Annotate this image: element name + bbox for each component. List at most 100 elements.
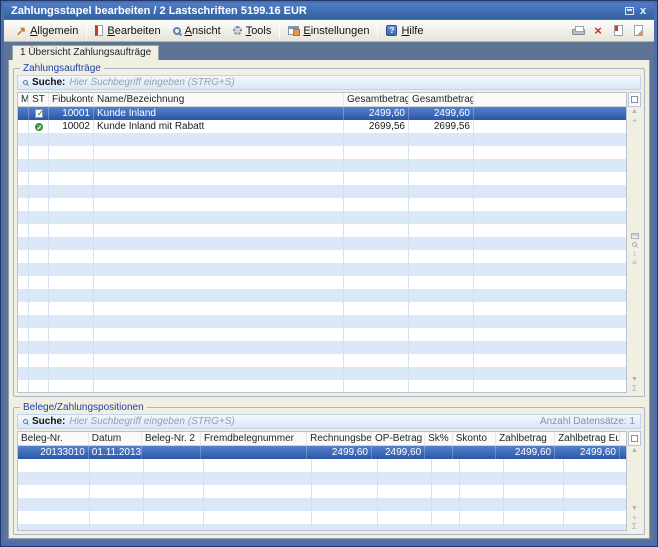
copy-icon (631, 96, 638, 103)
cell-datum: 01.11.2013 /Fr (89, 446, 142, 459)
nav-up-icon[interactable]: ▲ (631, 446, 638, 455)
close-icon: x (640, 6, 646, 16)
copy-grid-button[interactable] (628, 92, 641, 107)
restore-button[interactable] (622, 5, 636, 18)
group-title: Belege/Zahlungspositionen (20, 402, 147, 413)
cell-beleg-nr-2 (142, 446, 201, 459)
cell-fremdbelegnummer (201, 446, 307, 459)
column-header-gesamtbetrag[interactable]: Gesamtbetrag (344, 93, 409, 106)
arrow-up-right-icon (16, 26, 26, 36)
cell-fibukonto: 10002 (49, 120, 94, 133)
cell-sk (425, 446, 453, 459)
table-row[interactable]: 10001 Kunde Inland 2499,60 2499,60 (18, 107, 626, 120)
column-separator (459, 459, 460, 530)
column-separator (563, 459, 564, 530)
column-separator (143, 459, 144, 530)
column-header-rechnungsbetrag[interactable]: Rechnungsbetrag (307, 432, 372, 445)
menu-item-ansicht[interactable]: Ansicht (167, 23, 227, 39)
group-zahlungsauftraege: Zahlungsaufträge Suche: M ST Fibukonto N… (13, 68, 645, 397)
column-separator (93, 133, 94, 392)
menu-item-einstellungen[interactable]: Einstellungen (282, 23, 375, 39)
tab-uebersicht-zahlungsauftraege[interactable]: 1 Übersicht Zahlungsaufträge (12, 45, 159, 60)
orders-table-header: M ST Fibukonto Name/Bezeichnung Gesamtbe… (18, 93, 626, 107)
table-row[interactable]: 10002 Kunde Inland mit Rabatt 2699,56 26… (18, 120, 626, 133)
column-header-beleg-nr-2[interactable]: Beleg-Nr. 2 (142, 432, 201, 445)
column-header-beleg-nr[interactable]: Beleg-Nr. (18, 432, 89, 445)
add-icon[interactable]: + (632, 116, 637, 125)
column-separator (408, 133, 409, 392)
grid-view-icon[interactable] (631, 233, 639, 239)
document-new-button[interactable] (628, 22, 648, 40)
cell-gesamtbetrag: 2699,56 (344, 120, 409, 133)
notebook-icon (95, 25, 103, 36)
search-column-icon[interactable] (632, 242, 637, 247)
orders-side-toolbar: ▲ + ↕ ≡ ▼ Σ (628, 92, 641, 393)
settings-icon (288, 26, 299, 35)
cell-op-betrag: 2499,60 (372, 446, 425, 459)
column-header-op-betrag[interactable]: OP-Betrag (372, 432, 425, 445)
menu-item-bearbeiten[interactable]: Bearbeiten (89, 23, 166, 39)
column-header-zahlbetrag-euro[interactable]: Zahlbetrag Euro (555, 432, 620, 445)
record-count: Anzahl Datensätze: 1 (540, 416, 635, 427)
column-header-fremdbelegnummer[interactable]: Fremdbelegnummer (201, 432, 307, 445)
menu-item-tools[interactable]: Tools (227, 23, 278, 39)
delete-button[interactable] (588, 22, 608, 40)
column-header-datum[interactable]: Datum (89, 432, 142, 445)
positions-search-input[interactable] (69, 416, 536, 427)
sum-icon[interactable]: Σ (632, 384, 637, 393)
copy-icon (631, 435, 638, 442)
window-title: Zahlungsstapel bearbeiten / 2 Lastschrif… (11, 5, 622, 17)
nav-down-icon[interactable]: ▼ (631, 375, 638, 384)
nav-down-icon[interactable]: ▼ (631, 504, 638, 513)
nav-up-icon[interactable]: ▲ (631, 107, 638, 116)
add-icon[interactable]: + (632, 513, 637, 522)
column-header-gesamtbetrag-euro[interactable]: Gesamtbetrag Euro (409, 93, 474, 106)
table-row[interactable]: 20133010 01.11.2013 /Fr 2499,60 2499,60 … (18, 446, 626, 459)
document-red-button[interactable] (608, 22, 628, 40)
title-bar: Zahlungsstapel bearbeiten / 2 Lastschrif… (4, 3, 654, 19)
cell-gesamtbetrag-euro: 2499,60 (409, 107, 474, 120)
column-header-fibukonto[interactable]: Fibukonto (49, 93, 94, 106)
cell-fibukonto: 10001 (49, 107, 94, 120)
cell-name: Kunde Inland mit Rabatt (94, 120, 344, 133)
menu-separator (377, 24, 378, 38)
copy-grid-button[interactable] (628, 431, 641, 446)
menu-item-hilfe[interactable]: Hilfe (380, 23, 429, 39)
column-separator (311, 459, 312, 530)
positions-search-bar: Suche: Anzahl Datensätze: 1 (17, 414, 641, 429)
cell-gesamtbetrag: 2499,60 (344, 107, 409, 120)
tab-row: 1 Übersicht Zahlungsaufträge (8, 45, 650, 60)
column-header-st[interactable]: ST (29, 93, 49, 106)
print-button[interactable] (568, 22, 588, 40)
gear-icon (233, 26, 242, 35)
menu-label: Hilfe (401, 25, 423, 37)
column-header-filler (474, 93, 626, 106)
cell-filler (474, 107, 626, 120)
column-separator (203, 459, 204, 530)
restore-icon (625, 7, 634, 15)
menu-label: Bearbeiten (107, 25, 160, 37)
menu-item-allgemein[interactable]: Allgemein (10, 23, 84, 39)
column-separator (377, 459, 378, 530)
column-separator (343, 133, 344, 392)
column-separator (431, 459, 432, 530)
column-header-name[interactable]: Name/Bezeichnung (94, 93, 344, 106)
positions-table-header: Beleg-Nr. Datum Beleg-Nr. 2 Fremdbelegnu… (18, 432, 626, 446)
sum-icon[interactable]: Σ (632, 522, 637, 531)
search-label: Suche: (32, 77, 65, 88)
orders-search-input[interactable] (69, 77, 635, 88)
column-header-m[interactable]: M (18, 93, 29, 106)
sort-icon[interactable]: ↕ (633, 249, 637, 258)
list-menu-icon[interactable]: ≡ (632, 258, 637, 267)
column-header-skonto[interactable]: Skonto (453, 432, 496, 445)
orders-table-wrap: M ST Fibukonto Name/Bezeichnung Gesamtbe… (17, 92, 641, 393)
column-separator (48, 133, 49, 392)
cell-filler (474, 120, 626, 133)
positions-table: Beleg-Nr. Datum Beleg-Nr. 2 Fremdbelegnu… (17, 431, 627, 531)
column-header-zahlbetrag[interactable]: Zahlbetrag (496, 432, 555, 445)
cell-name: Kunde Inland (94, 107, 344, 120)
close-button[interactable]: x (636, 5, 650, 18)
column-header-sk[interactable]: Sk% (425, 432, 453, 445)
positions-table-wrap: Beleg-Nr. Datum Beleg-Nr. 2 Fremdbelegnu… (17, 431, 641, 531)
orders-search-bar: Suche: (17, 75, 641, 90)
